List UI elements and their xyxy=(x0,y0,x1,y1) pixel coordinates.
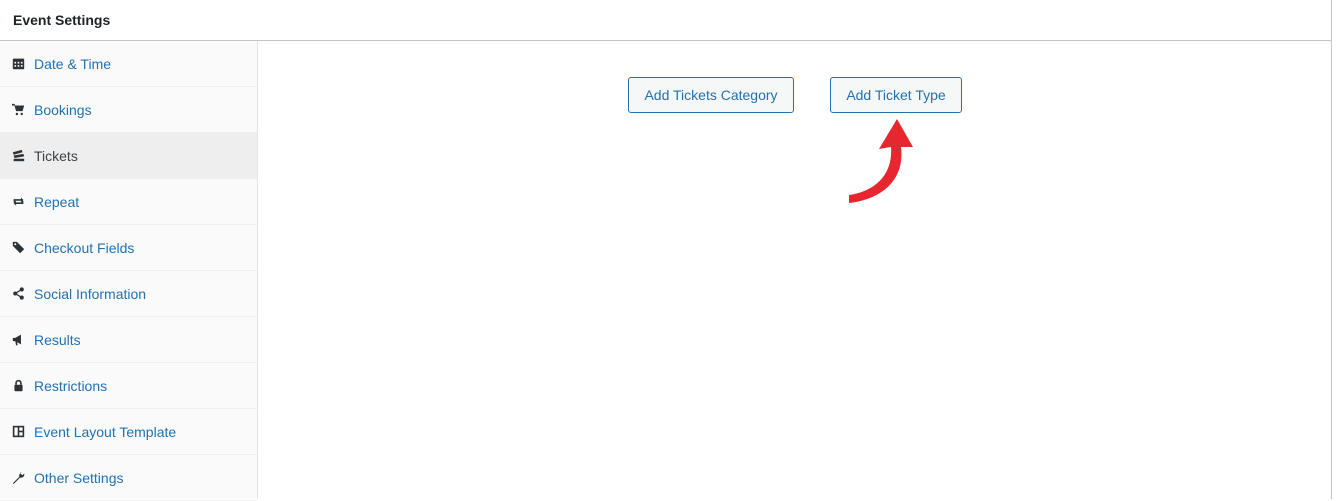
repeat-icon xyxy=(11,195,25,209)
lock-icon xyxy=(11,379,25,393)
sidebar-item-label: Date & Time xyxy=(34,55,112,72)
wrench-icon xyxy=(11,471,25,485)
sidebar-item-repeat[interactable]: Repeat xyxy=(0,179,257,225)
tickets-content: Add Tickets Category Add Ticket Type xyxy=(259,41,1332,499)
sidebar-item-bookings[interactable]: Bookings xyxy=(0,87,257,133)
sidebar-item-label: Repeat xyxy=(34,193,80,210)
sidebar-item-label: Tickets xyxy=(34,147,78,164)
sidebar-item-label: Results xyxy=(34,331,81,348)
event-settings-panel: Event Settings Date & Time Bookings Tick… xyxy=(0,0,1332,501)
sidebar-item-label: Other Settings xyxy=(34,469,124,486)
share-icon xyxy=(11,287,25,301)
sidebar-item-label: Checkout Fields xyxy=(34,239,135,256)
sidebar-item-results[interactable]: Results xyxy=(0,317,257,363)
sidebar-item-social-information[interactable]: Social Information xyxy=(0,271,257,317)
calendar-icon xyxy=(11,57,25,71)
add-tickets-category-button[interactable]: Add Tickets Category xyxy=(628,77,794,113)
sidebar-item-label: Restrictions xyxy=(34,377,108,394)
sidebar-item-label: Bookings xyxy=(34,101,92,118)
tickets-icon xyxy=(11,149,25,163)
sidebar-item-label: Event Layout Template xyxy=(34,423,177,440)
sidebar-item-checkout-fields[interactable]: Checkout Fields xyxy=(0,225,257,271)
sidebar-item-restrictions[interactable]: Restrictions xyxy=(0,363,257,409)
megaphone-icon xyxy=(11,333,25,347)
scrollbar-edge xyxy=(1332,0,1339,499)
sidebar-item-label: Social Information xyxy=(34,285,147,302)
annotation-arrow-icon xyxy=(849,119,913,203)
sidebar-item-other-settings[interactable]: Other Settings xyxy=(0,455,257,501)
sidebar-item-event-layout-template[interactable]: Event Layout Template xyxy=(0,409,257,455)
add-ticket-type-button[interactable]: Add Ticket Type xyxy=(830,77,962,113)
panel-title: Event Settings xyxy=(13,12,111,28)
layout-icon xyxy=(11,425,25,439)
settings-sidebar: Date & Time Bookings Tickets Repeat Chec… xyxy=(0,41,258,501)
tag-icon xyxy=(11,241,25,255)
panel-header: Event Settings xyxy=(0,0,1331,41)
cart-icon xyxy=(11,103,25,117)
sidebar-item-date-time[interactable]: Date & Time xyxy=(0,41,257,87)
sidebar-item-tickets[interactable]: Tickets xyxy=(0,133,257,179)
